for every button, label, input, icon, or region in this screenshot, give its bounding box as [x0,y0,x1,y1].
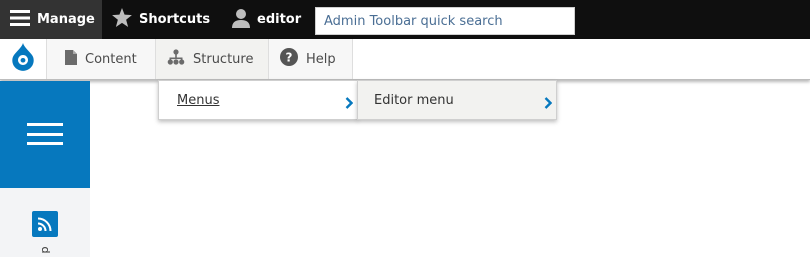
admin-tray: Content Structure ? Help [0,39,810,80]
structure-submenu: Menus [158,80,358,120]
shortcuts-label: Shortcuts [139,12,211,27]
sidebar-nav: p [0,188,90,257]
document-icon [65,49,77,69]
shortcuts-tab[interactable]: Shortcuts [112,0,210,39]
admin-toolbar: Manage Shortcuts editor [0,0,810,39]
hamburger-icon[interactable] [27,123,63,145]
question-circle-icon: ? [280,48,298,70]
tray-label-help: Help [306,51,336,67]
hamburger-icon [10,9,30,30]
chevron-right-icon [345,94,354,113]
tray-item-help[interactable]: ? Help [269,39,353,79]
user-icon [232,8,250,32]
user-tab[interactable]: editor [232,0,301,39]
sidebar-toggle-area [0,81,90,188]
sidebar-item-label: p [38,246,51,254]
feed-icon[interactable] [32,211,58,237]
manage-tab[interactable]: Manage [0,0,102,39]
tray-item-content[interactable]: Content [47,39,156,79]
svg-text:?: ? [286,51,293,65]
drupal-logo[interactable] [0,39,47,79]
chevron-right-icon [544,94,553,113]
sitemap-icon [167,49,185,69]
search-input[interactable] [316,8,574,34]
tray-label-content: Content [85,51,137,67]
star-icon [112,8,132,31]
user-label: editor [257,12,302,27]
menu-item-editor-menu-label: Editor menu [374,92,454,108]
manage-label: Manage [37,12,95,27]
tray-label-structure: Structure [193,51,254,67]
drupal-drop-icon [11,43,35,75]
menu-item-menus[interactable]: Menus [159,81,357,119]
menu-item-menus-label: Menus [177,92,220,108]
toolbar-search [315,7,575,35]
menu-item-editor-menu[interactable]: Editor menu [358,81,556,119]
tray-item-structure[interactable]: Structure [156,39,269,79]
menus-submenu: Editor menu [357,80,557,120]
